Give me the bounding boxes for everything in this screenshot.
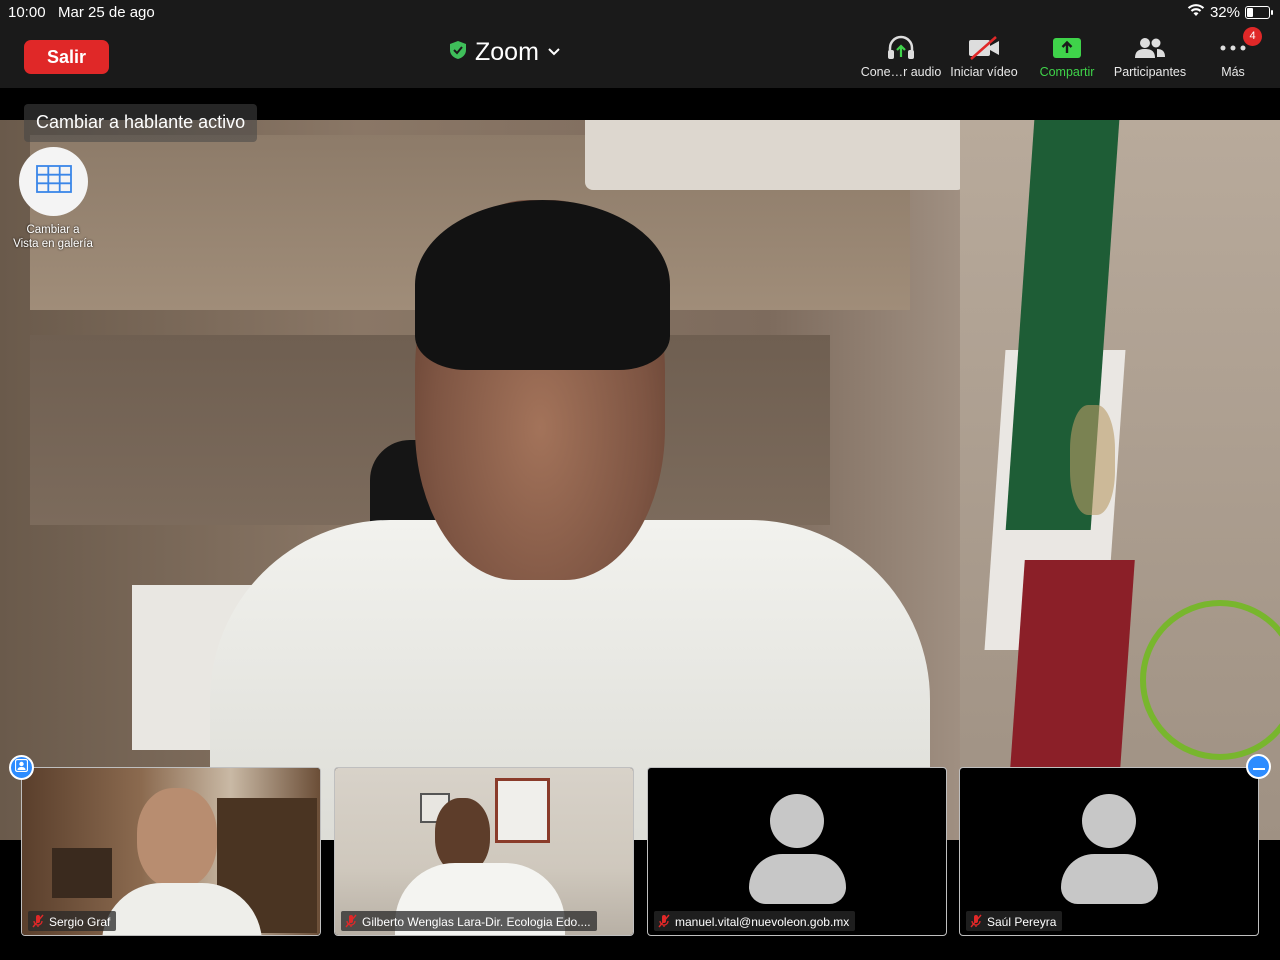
participant-name: Sergio Graf	[49, 915, 111, 929]
active-speaker-video[interactable]	[0, 120, 1280, 840]
avatar-placeholder-icon	[770, 794, 824, 848]
meeting-title-dropdown[interactable]: Zoom	[449, 38, 561, 67]
mic-muted-icon	[658, 914, 670, 931]
share-screen-icon	[1024, 34, 1110, 62]
mic-muted-icon	[345, 914, 357, 931]
leave-button[interactable]: Salir	[24, 40, 109, 74]
show-self-view-button[interactable]	[9, 755, 34, 780]
avatar-placeholder-icon	[1082, 794, 1136, 848]
gallery-view-label: Cambiar a Vista en galería	[13, 224, 93, 250]
shield-check-icon	[449, 40, 467, 65]
person-icon	[14, 758, 29, 777]
connect-audio-button[interactable]: Cone…r audio	[858, 34, 944, 82]
switch-active-speaker-label[interactable]: Cambiar a hablante activo	[24, 104, 258, 142]
participant-name: Saúl Pereyra	[987, 915, 1057, 929]
participant-video	[335, 768, 633, 935]
participant-name: manuel.vital@nuevoleon.gob.mx	[675, 915, 850, 929]
battery-percent: 32%	[1209, 3, 1240, 21]
status-time: 10:00	[8, 4, 46, 21]
start-video-label: Iniciar vídeo	[950, 65, 1018, 79]
wifi-icon	[1187, 3, 1205, 21]
mic-muted-icon	[970, 914, 982, 931]
share-button[interactable]: Compartir	[1024, 34, 1110, 82]
start-video-button[interactable]: Iniciar vídeo	[941, 34, 1027, 82]
mic-muted-icon	[32, 914, 44, 931]
more-icon	[1190, 34, 1276, 62]
connect-audio-label: Cone…r audio	[860, 65, 942, 79]
collapse-thumbnails-button[interactable]	[1246, 754, 1271, 779]
share-label: Compartir	[1039, 65, 1095, 79]
participant-tile[interactable]: Gilberto Wenglas Lara-Dir. Ecologia Edo.…	[334, 767, 634, 936]
participant-tile[interactable]: Saúl Pereyra	[959, 767, 1259, 936]
more-button[interactable]: Más 4	[1190, 27, 1276, 82]
participant-nameplate: Sergio Graf	[28, 911, 117, 931]
meeting-title: Zoom	[475, 38, 539, 66]
participants-button[interactable]: Participantes	[1107, 34, 1193, 82]
video-off-icon	[941, 34, 1027, 62]
participant-nameplate: manuel.vital@nuevoleon.gob.mx	[654, 911, 856, 931]
participant-nameplate: Gilberto Wenglas Lara-Dir. Ecologia Edo.…	[341, 911, 597, 931]
participant-tile[interactable]: Sergio Graf	[21, 767, 321, 936]
gallery-view-button[interactable]	[19, 147, 88, 216]
minus-icon	[1252, 758, 1265, 776]
participant-tile[interactable]: manuel.vital@nuevoleon.gob.mx	[647, 767, 947, 936]
participants-label: Participantes	[1113, 65, 1187, 79]
more-label: Más	[1221, 65, 1245, 79]
status-date: Mar 25 de ago	[58, 4, 155, 21]
participant-name: Gilberto Wenglas Lara-Dir. Ecologia Edo.…	[362, 915, 591, 929]
status-bar: 10:00 Mar 25 de ago 32%	[0, 0, 1280, 26]
grid-icon	[35, 165, 72, 198]
notification-badge: 4	[1243, 27, 1262, 46]
headphones-icon	[858, 34, 944, 62]
participant-nameplate: Saúl Pereyra	[966, 911, 1063, 931]
meeting-toolbar: Salir Zoom Cone…r audio Iniciar vídeo Co…	[0, 26, 1280, 88]
participant-video	[22, 768, 320, 935]
battery-icon	[1245, 5, 1273, 19]
chevron-down-icon	[547, 44, 561, 62]
status-right: 32%	[1187, 3, 1273, 21]
participants-icon	[1107, 34, 1193, 62]
